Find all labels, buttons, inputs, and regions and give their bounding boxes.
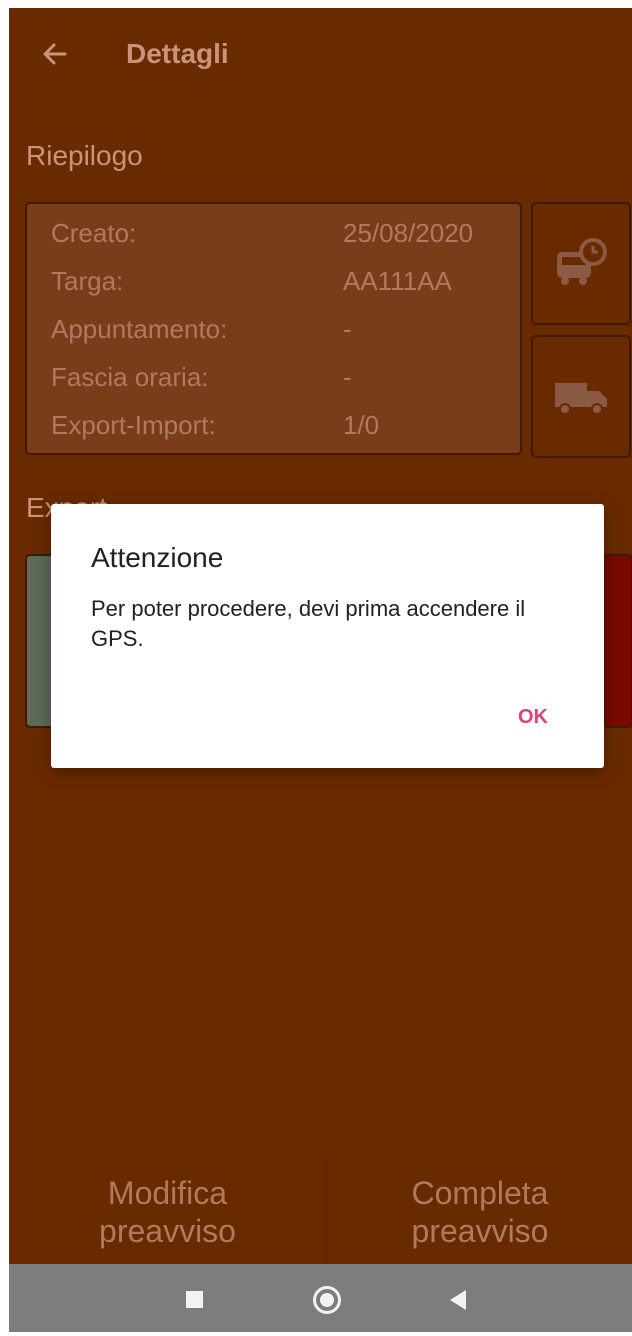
summary-row-created: Creato: 25/08/2020	[51, 218, 511, 258]
created-label: Creato:	[51, 218, 137, 248]
home-icon[interactable]	[313, 1286, 341, 1314]
dialog-title: Attenzione	[91, 542, 224, 573]
created-value: 25/08/2020	[343, 218, 474, 248]
summary-row-plate: Targa: AA111AA	[51, 266, 511, 306]
dialog-message: Per poter procedere, devi prima accender…	[91, 596, 526, 651]
appointment-label: Appuntamento:	[51, 314, 228, 344]
time-slot-label: Fascia oraria:	[51, 362, 209, 392]
edit-notice-button[interactable]: Modifica preavviso	[9, 1160, 327, 1264]
summary-card: Creato: 25/08/2020 Targa: AA111AA Appunt…	[25, 202, 522, 455]
ok-button[interactable]: OK	[518, 706, 548, 729]
edit-notice-line2: preavviso	[99, 1213, 236, 1249]
bottom-action-bar: Modifica preavviso Completa preavviso	[9, 1160, 632, 1264]
summary-row-export-import: Export-Import: 1/0	[51, 410, 511, 450]
summary-row-time-slot: Fascia oraria: -	[51, 362, 511, 402]
recents-icon[interactable]	[186, 1291, 203, 1308]
system-nav-bar	[9, 1264, 632, 1332]
app-bar: Dettagli	[9, 8, 632, 104]
export-import-label: Export-Import:	[51, 410, 216, 440]
complete-notice-button[interactable]: Completa preavviso	[328, 1160, 632, 1264]
summary-section-title: Riepilogo	[26, 140, 143, 171]
truck-schedule-button[interactable]	[531, 202, 631, 325]
edit-notice-line1: Modifica	[107, 1175, 228, 1211]
complete-notice-line1: Completa	[411, 1175, 549, 1211]
complete-notice-line2: preavviso	[411, 1213, 549, 1249]
back-icon[interactable]	[450, 1290, 466, 1310]
plate-label: Targa:	[51, 266, 124, 296]
appointment-value: -	[343, 314, 352, 344]
export-card-right	[603, 554, 632, 728]
export-import-value: 1/0	[343, 410, 380, 440]
page-title: Dettagli	[126, 38, 229, 69]
truck-button[interactable]	[531, 335, 631, 458]
truck-clock-icon	[557, 237, 607, 285]
alert-dialog: Attenzione Per poter procedere, devi pri…	[51, 504, 604, 768]
back-arrow-icon[interactable]	[39, 38, 71, 70]
summary-row-appointment: Appuntamento: -	[51, 314, 511, 354]
plate-value: AA111AA	[343, 266, 452, 296]
time-slot-value: -	[343, 362, 352, 392]
truck-icon	[555, 382, 607, 415]
